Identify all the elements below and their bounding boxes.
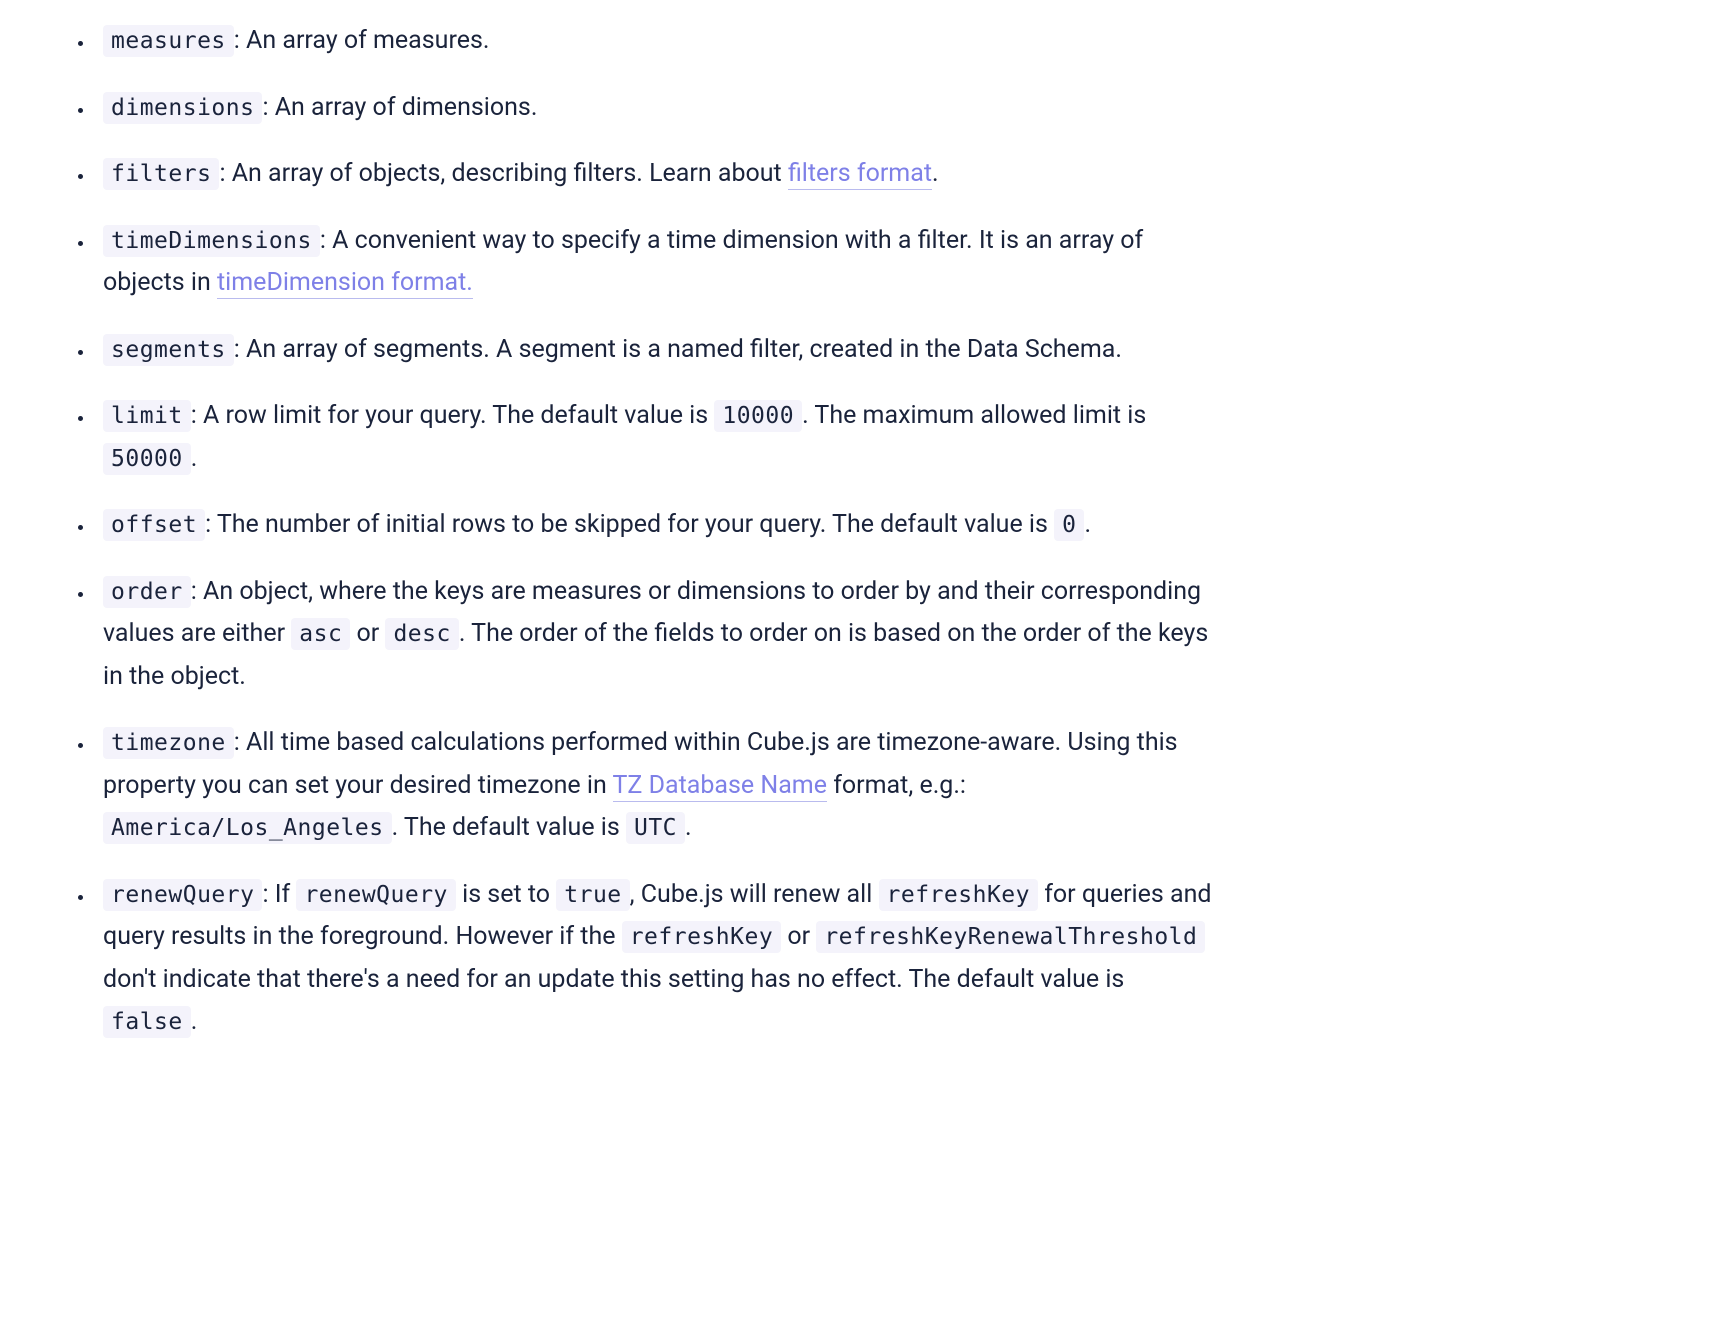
- query-properties-list: measures: An array of measures. dimensio…: [40, 20, 1220, 1044]
- inline-code: desc: [385, 618, 458, 650]
- property-description: : If: [262, 880, 296, 909]
- inline-code: America/Los_Angeles: [103, 812, 392, 844]
- list-item: filters: An array of objects, describing…: [95, 153, 1220, 196]
- inline-code: refreshKey: [622, 921, 781, 953]
- inline-code: UTC: [626, 812, 685, 844]
- list-item: segments: An array of segments. A segmen…: [95, 329, 1220, 372]
- property-description: : The number of initial rows to be skipp…: [205, 510, 1054, 539]
- property-description: or: [350, 619, 385, 648]
- property-description: .: [191, 1007, 198, 1036]
- property-description: don't indicate that there's a need for a…: [103, 965, 1124, 994]
- property-description: .: [1084, 510, 1091, 539]
- property-description: : An array of objects, describing filter…: [219, 159, 788, 188]
- property-description: is set to: [456, 880, 556, 909]
- property-name: limit: [103, 400, 191, 432]
- property-description: , Cube.js will renew all: [630, 880, 879, 909]
- inline-code: false: [103, 1006, 191, 1038]
- inline-code: renewQuery: [296, 879, 455, 911]
- property-description: . The maximum allowed limit is: [802, 401, 1146, 430]
- list-item: order: An object, where the keys are mea…: [95, 571, 1220, 699]
- property-description: .: [685, 813, 692, 842]
- list-item: dimensions: An array of dimensions.: [95, 87, 1220, 130]
- filters-format-link[interactable]: filters format: [788, 159, 932, 190]
- inline-code: 50000: [103, 443, 191, 475]
- property-name: renewQuery: [103, 879, 262, 911]
- property-description: . The default value is: [392, 813, 626, 842]
- inline-code: 0: [1054, 509, 1084, 541]
- property-description: .: [932, 159, 939, 188]
- list-item: offset: The number of initial rows to be…: [95, 504, 1220, 547]
- list-item: measures: An array of measures.: [95, 20, 1220, 63]
- list-item: limit: A row limit for your query. The d…: [95, 395, 1220, 480]
- inline-code: refreshKeyRenewalThreshold: [816, 921, 1205, 953]
- property-name: dimensions: [103, 92, 262, 124]
- property-name: order: [103, 576, 191, 608]
- property-description: : An array of dimensions.: [262, 93, 537, 122]
- property-name: offset: [103, 509, 205, 541]
- property-description: format, e.g.:: [827, 771, 966, 800]
- property-description: : An array of segments. A segment is a n…: [234, 335, 1122, 364]
- property-description: : An array of measures.: [234, 26, 490, 55]
- inline-code: asc: [291, 618, 350, 650]
- inline-code: refreshKey: [879, 879, 1038, 911]
- tz-database-link[interactable]: TZ Database Name: [613, 771, 828, 802]
- list-item: renewQuery: If renewQuery is set to true…: [95, 874, 1220, 1044]
- property-name: timeDimensions: [103, 225, 320, 257]
- property-name: timezone: [103, 727, 234, 759]
- inline-code: true: [556, 879, 629, 911]
- property-name: filters: [103, 158, 219, 190]
- property-description: or: [781, 922, 816, 951]
- inline-code: 10000: [714, 400, 802, 432]
- property-name: measures: [103, 25, 234, 57]
- list-item: timezone: All time based calculations pe…: [95, 722, 1220, 850]
- property-description: : A row limit for your query. The defaul…: [191, 401, 715, 430]
- property-description: .: [191, 444, 198, 473]
- property-name: segments: [103, 334, 234, 366]
- time-dimension-format-link[interactable]: timeDimension format.: [217, 268, 473, 299]
- list-item: timeDimensions: A convenient way to spec…: [95, 220, 1220, 305]
